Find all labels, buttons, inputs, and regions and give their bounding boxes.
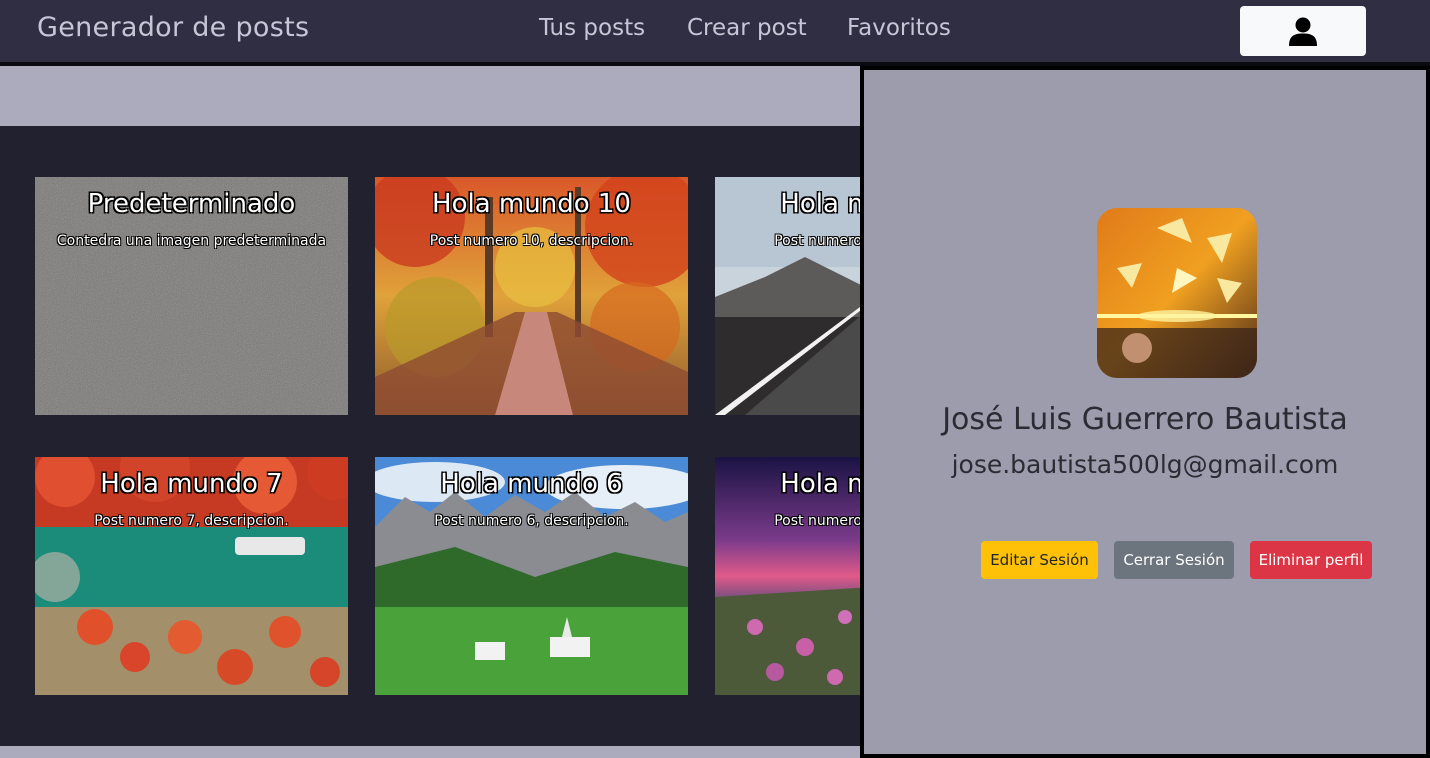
navbar: Generador de posts Tus posts Crear post …: [0, 0, 1430, 62]
post-card[interactable]: Hola mundo 10 Post numero 10, descripcio…: [375, 177, 688, 415]
post-card[interactable]: Hola mundo 6 Post numero 6, descripcion.: [375, 457, 688, 695]
profile-panel: José Luis Guerrero Bautista jose.bautist…: [860, 66, 1430, 758]
post-description: Post numero 10, descripcion.: [429, 233, 634, 249]
user-profile-button[interactable]: [1240, 6, 1366, 56]
avatar-image: [1097, 208, 1257, 378]
post-title: Hola mundo 6: [440, 469, 623, 499]
logout-button[interactable]: Cerrar Sesión: [1114, 541, 1234, 579]
post-title: Hola mundo 7: [100, 469, 283, 499]
post-title: Hola mundo 10: [432, 189, 631, 219]
sub-header-bar: [0, 66, 860, 126]
post-description: Post numero 7, descripcion.: [94, 513, 289, 529]
profile-name: José Luis Guerrero Bautista: [942, 402, 1348, 437]
post-description: Post numero 6, descripcion.: [434, 513, 629, 529]
profile-avatar: [1097, 208, 1257, 378]
footer-strip: [0, 746, 860, 758]
post-description: Contedra una imagen predeterminada: [56, 233, 327, 249]
post-title: Predeterminado: [87, 189, 296, 219]
nav-link-tus-posts[interactable]: Tus posts: [539, 15, 645, 41]
nav-link-crear-post[interactable]: Crear post: [687, 15, 807, 41]
posts-area: Predeterminado Contedra una imagen prede…: [0, 126, 1028, 746]
delete-profile-button[interactable]: Eliminar perfil: [1250, 541, 1372, 579]
post-card[interactable]: Predeterminado Contedra una imagen prede…: [35, 177, 348, 415]
profile-email: jose.bautista500lg@gmail.com: [951, 450, 1339, 479]
edit-session-button[interactable]: Editar Sesión: [981, 541, 1098, 579]
nav-link-favoritos[interactable]: Favoritos: [847, 15, 951, 41]
user-icon: [1289, 17, 1317, 46]
brand-title[interactable]: Generador de posts: [37, 12, 309, 43]
post-card[interactable]: Hola mundo 7 Post numero 7, descripcion.: [35, 457, 348, 695]
